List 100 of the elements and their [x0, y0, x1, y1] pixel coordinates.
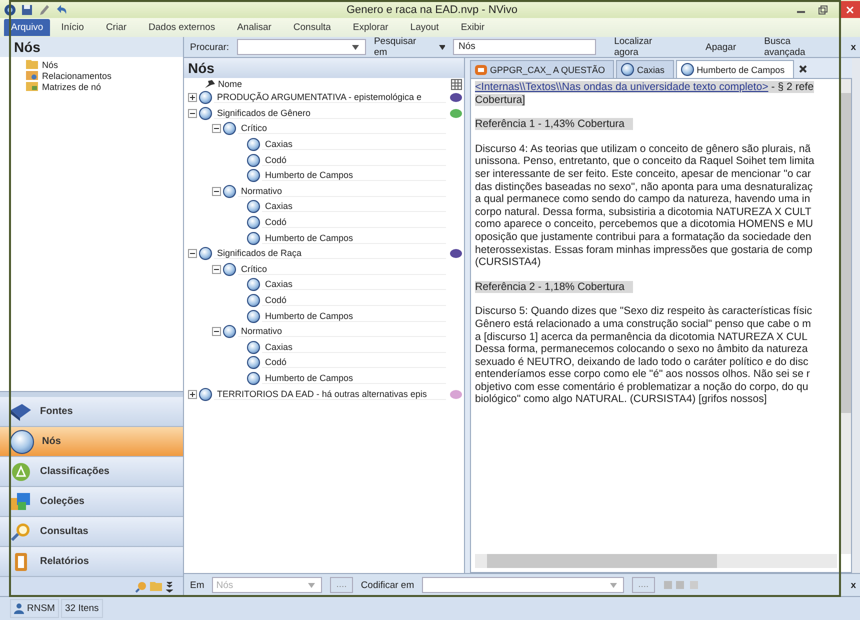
navigation-item[interactable]: Nós — [26, 59, 183, 70]
node-item[interactable]: Caxias — [262, 342, 446, 353]
node-icon — [247, 294, 260, 308]
search-in-field[interactable]: Nós — [453, 39, 596, 55]
restore-icon[interactable] — [818, 5, 828, 15]
expander-icon[interactable] — [188, 108, 197, 118]
ribbon-tab[interactable]: Exibir — [450, 20, 496, 35]
navigation-section[interactable]: Fontes — [0, 397, 183, 427]
find-bar-button[interactable]: Busca avançada — [754, 36, 843, 58]
classification-icon — [10, 462, 32, 482]
expander-icon[interactable] — [188, 390, 197, 399]
search-in-button[interactable]: Pesquisar em — [374, 36, 431, 58]
node-item[interactable]: Significados de Gênero — [214, 108, 446, 119]
node-item[interactable]: Humberto de Campos — [262, 170, 446, 182]
search-icon[interactable] — [135, 580, 147, 592]
expander-icon[interactable] — [212, 264, 221, 274]
navigation-item[interactable]: Matrizes de nó — [26, 81, 183, 92]
node-item[interactable]: PRODUÇÃO ARGUMENTATIVA - epistemológica e — [214, 92, 446, 104]
node-item[interactable]: Codó — [262, 295, 446, 306]
ribbon-tab[interactable]: Explorar — [342, 20, 400, 35]
save-icon[interactable] — [21, 4, 33, 16]
node-item[interactable]: Caxias — [262, 279, 446, 290]
text-line: Discurso 5: Quando dizes que "Sexo diz respeito às características físic — [475, 305, 814, 318]
node-icon — [223, 325, 236, 338]
node-icon — [10, 430, 34, 454]
horizontal-scrollbar[interactable] — [475, 554, 837, 568]
relationship-icon — [26, 70, 39, 81]
navigation-section[interactable]: Relatórios — [0, 547, 183, 577]
document-tab[interactable]: Humberto de Campos — [676, 60, 794, 78]
ribbon-tab[interactable]: Arquivo — [4, 19, 50, 36]
node-item[interactable]: Normativo — [238, 326, 446, 338]
text-line: a qual permanece como sendo do campo da natureza, havendo uma in — [475, 193, 812, 206]
navigation-section[interactable]: Nós — [0, 427, 183, 457]
ribbon-tab[interactable]: Analisar — [226, 20, 282, 35]
node-item[interactable]: Crítico — [238, 264, 446, 275]
source-link[interactable]: <Internas\\Textos\\Nas ondas da universidade texto completo> — [475, 81, 768, 93]
app-logo-icon[interactable] — [4, 4, 16, 16]
in-label: Em — [190, 580, 204, 590]
node-icon — [247, 216, 260, 230]
ribbon-tab[interactable]: Criar — [94, 20, 138, 35]
node-icon — [199, 106, 212, 120]
node-item[interactable]: Caxias — [262, 139, 446, 150]
caret-icon — [352, 44, 359, 50]
close-button[interactable]: x — [850, 42, 860, 52]
node-item[interactable]: Codó — [262, 217, 446, 228]
close-icon — [846, 6, 854, 14]
ribbon-tab[interactable]: Layout — [399, 20, 450, 35]
text-line: oposição que justamente contribui para a formatação da sociedade den — [475, 230, 812, 244]
reference-heading: Referência 1 - 1,43% Cobertura — [475, 118, 633, 130]
node-item[interactable]: Significados de Raça — [214, 248, 446, 260]
node-item[interactable]: Caxias — [262, 201, 446, 212]
navigation-section[interactable]: Consultas — [0, 517, 183, 547]
node-icon — [621, 63, 634, 76]
pen-icon[interactable] — [38, 4, 50, 16]
caret-icon — [610, 582, 618, 588]
document-tab[interactable]: GPPGR_CAX_ A QUESTÃO — [470, 60, 614, 78]
navigation-section[interactable]: Coleções — [0, 487, 183, 517]
node-item[interactable]: Normativo — [238, 186, 446, 197]
node-item[interactable]: Humberto de Campos — [262, 310, 446, 322]
node-icon — [247, 232, 260, 245]
node-item[interactable]: TERRITORIOS DA EAD - há outras alternativas epis — [214, 388, 446, 400]
node-item[interactable]: Humberto de Campos — [262, 372, 446, 384]
node-item[interactable]: Crítico — [238, 123, 446, 134]
ribbon-tab[interactable]: Início — [50, 20, 95, 35]
column-header[interactable]: Nome — [218, 79, 242, 89]
node-item[interactable]: Codó — [262, 154, 446, 166]
undo-icon[interactable] — [55, 4, 69, 16]
expander-icon[interactable] — [212, 124, 221, 134]
text-line: como aparece o conceito, percebemos que a dicotomia HOMENS e MU — [475, 218, 814, 231]
expander-icon[interactable] — [188, 249, 197, 258]
grid-icon[interactable] — [451, 78, 462, 90]
text-line: Gênero está relacionado a uma construção social" penso que cabe o m — [475, 318, 812, 330]
find-bar-button[interactable]: Localizar agora — [604, 36, 688, 58]
text-line: ser interessante de ser feito. Este conceito, apesar de mencionar "o car — [475, 168, 812, 181]
status-count: 32 Itens — [60, 599, 103, 618]
text-line: objetivo com esse comentário é problematizar a noção do corpo, do qu — [475, 380, 810, 394]
close-button[interactable] — [840, 1, 860, 19]
ribbon-tab[interactable]: Consulta — [282, 20, 342, 35]
ribbon-tab[interactable]: Dados externos — [138, 20, 226, 35]
document-tab[interactable]: Caxias — [616, 60, 674, 78]
window-title: Genero e raca na EAD.nvp - NVivo — [346, 4, 518, 16]
expander-icon[interactable] — [212, 186, 221, 196]
close-icon[interactable] — [798, 64, 808, 74]
chevron-icon[interactable] — [166, 580, 173, 592]
expander-icon[interactable] — [212, 327, 221, 336]
find-bar-button[interactable]: Apagar — [696, 42, 746, 52]
node-icon — [247, 340, 260, 354]
node-item[interactable]: Codó — [262, 357, 446, 368]
navigation-section[interactable]: Classificações — [0, 457, 183, 487]
text-line: sexuado é NEUTRO, deixando de lado todo o caráter político e do disc — [475, 356, 810, 368]
text-line: Dessa forma, permanecemos colocando o sexo no âmbito da natureza — [475, 343, 809, 356]
close-button[interactable]: x — [850, 580, 860, 590]
collections-icon — [10, 492, 32, 512]
expander-icon[interactable] — [188, 93, 197, 102]
node-item[interactable]: Humberto de Campos — [262, 232, 446, 244]
navigation-item[interactable]: Relacionamentos — [26, 70, 183, 81]
node-icon — [199, 247, 212, 260]
find-field[interactable] — [237, 39, 366, 55]
caret-icon[interactable] — [438, 44, 446, 50]
code-in-field[interactable] — [422, 577, 624, 593]
